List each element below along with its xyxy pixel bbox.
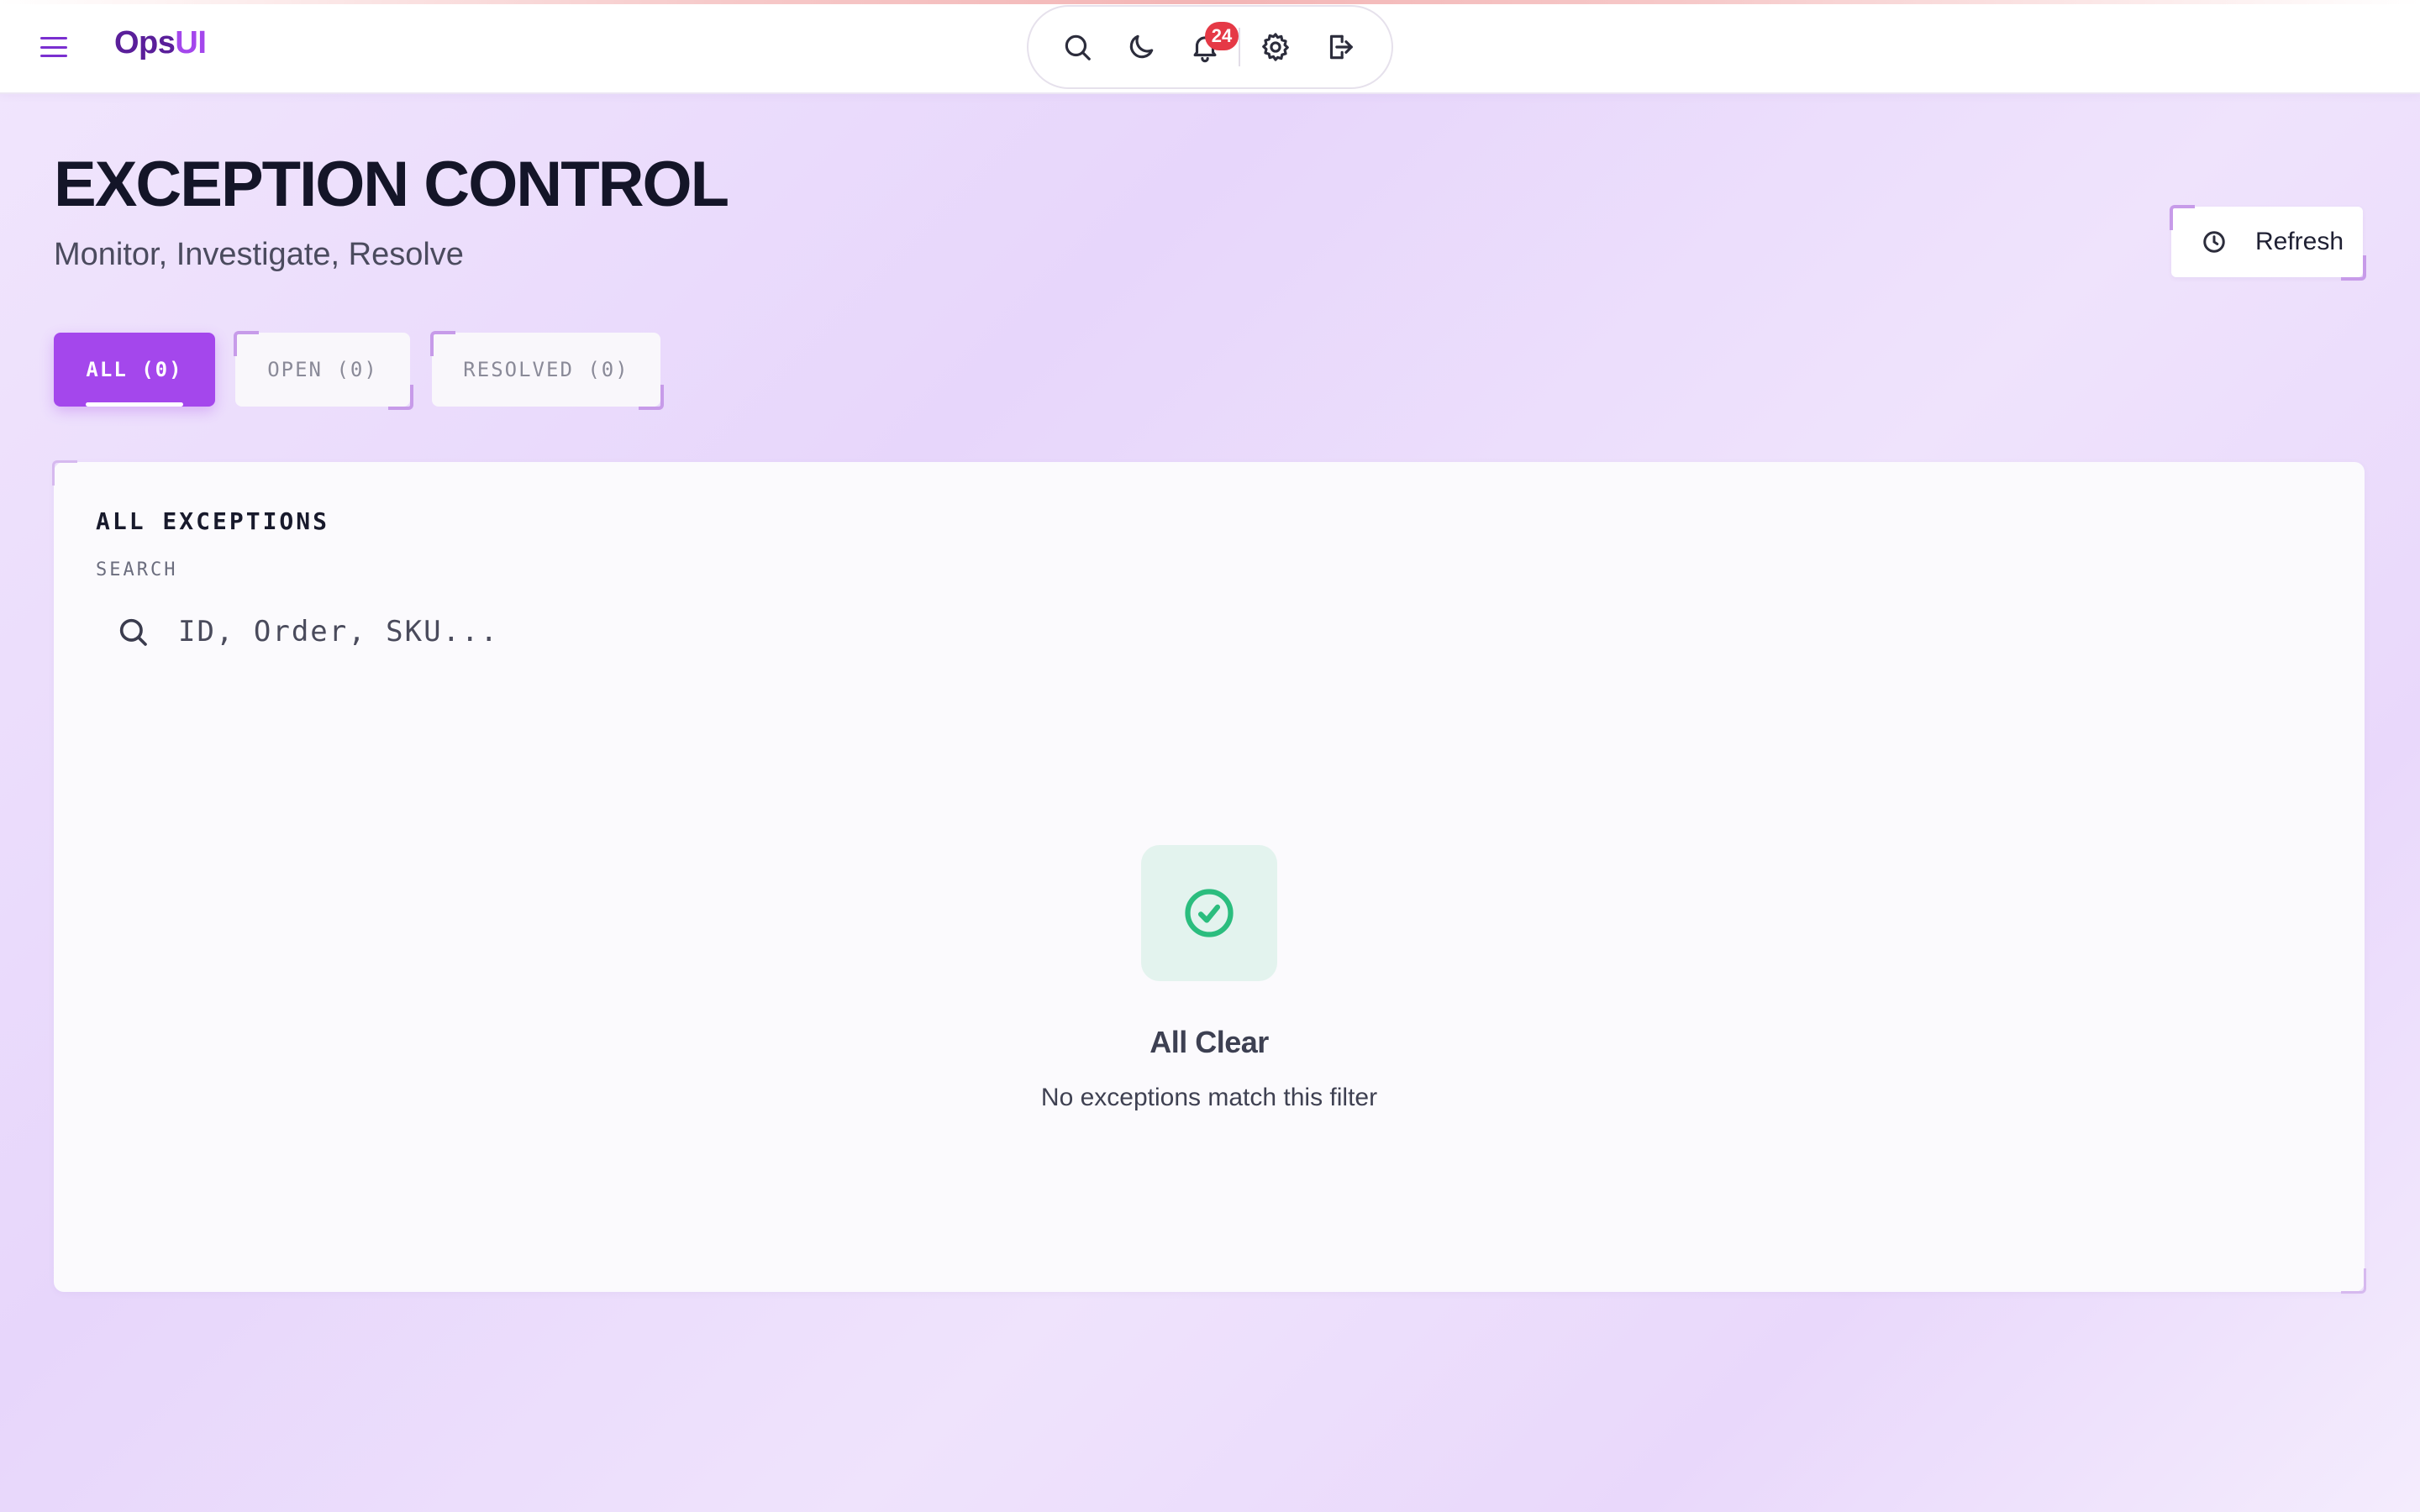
search-icon[interactable] [1050,20,1104,74]
exceptions-panel: ALL EXCEPTIONS SEARCH All Clear No excep… [52,460,2366,1294]
gear-icon[interactable] [1249,20,1302,74]
corner-accent [2170,205,2195,230]
empty-state-title: All Clear [1150,1025,1269,1059]
page-subtitle: Monitor, Investigate, Resolve [54,237,464,272]
tab-open[interactable]: OPEN (0) [234,331,413,410]
empty-state-message: No exceptions match this filter [1040,1084,1378,1111]
moon-icon[interactable] [1114,20,1168,74]
tab-all[interactable]: ALL (0) [54,333,215,407]
refresh-label: Refresh [2255,228,2344,255]
brand-name-part1: Ops [114,25,176,60]
corner-accent [52,460,77,486]
corner-accent [234,331,259,356]
corner-accent [2341,255,2366,281]
check-circle-icon [1185,889,1234,937]
bell-icon[interactable]: 24 [1178,20,1239,74]
toolbar-divider [1239,28,1240,66]
tab-resolved[interactable]: RESOLVED (0) [430,331,664,410]
clock-icon [2203,231,2225,253]
panel-title: ALL EXCEPTIONS [96,507,330,535]
search-icon [119,618,147,646]
corner-accent [639,385,664,410]
page-title: EXCEPTION CONTROL [54,149,729,220]
tab-resolved-label: RESOLVED (0) [463,358,629,381]
refresh-button[interactable]: Refresh [2170,205,2366,281]
search-label: SEARCH [96,559,178,580]
corner-accent [388,385,413,410]
empty-state-icon-box [1141,845,1277,981]
toolbar-pill: 24 [1027,5,1393,89]
notification-badge: 24 [1205,22,1239,50]
top-bar: OpsUI 24 [0,0,2420,94]
logout-icon[interactable] [1313,20,1366,74]
brand-name-part2: UI [175,25,207,60]
search-input[interactable] [178,615,817,648]
brand-logo[interactable]: OpsUI [114,25,207,61]
search-box [96,596,852,667]
corner-accent [2341,1268,2366,1294]
corner-accent [430,331,455,356]
hamburger-menu-icon[interactable] [37,32,71,62]
tab-open-label: OPEN (0) [267,358,378,381]
